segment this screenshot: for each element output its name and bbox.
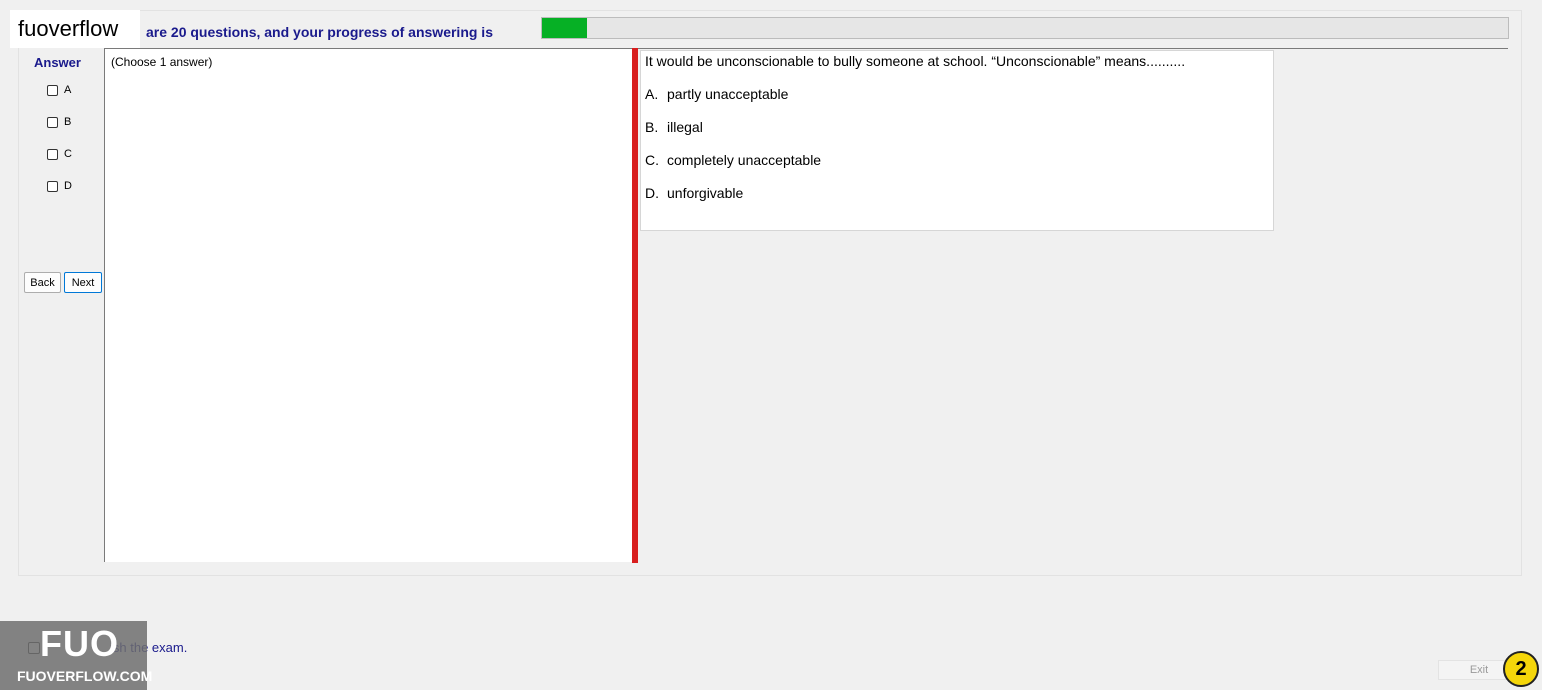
checkbox-a[interactable] [47, 84, 58, 96]
option-text: illegal [667, 119, 703, 135]
answer-option-b[interactable]: B [47, 116, 71, 128]
answer-pane: (Choose 1 answer) [104, 48, 632, 562]
checkbox-b[interactable] [47, 116, 58, 128]
logo-small-text: FUOVERFLOW.COM [17, 668, 153, 684]
question-option-c: C. completely unacceptable [645, 152, 821, 168]
brand-label: fuoverflow [10, 10, 140, 48]
option-text: partly unacceptable [667, 86, 789, 102]
answer-option-label: C [64, 148, 72, 160]
option-text: unforgivable [667, 185, 744, 201]
back-button[interactable]: Back [24, 272, 61, 293]
option-letter: A. [645, 86, 659, 102]
question-option-a: A. partly unacceptable [645, 86, 788, 102]
checkbox-d[interactable] [47, 180, 58, 192]
choose-instruction: (Choose 1 answer) [111, 55, 213, 69]
progress-bar [541, 17, 1509, 39]
next-button[interactable]: Next [64, 272, 102, 293]
answer-title: Answer [34, 55, 81, 70]
question-box: It would be unconscionable to bully some… [640, 50, 1274, 231]
option-letter: D. [645, 185, 659, 201]
logo-big-text: FUO [40, 623, 119, 664]
question-option-d: D. unforgivable [645, 185, 743, 201]
option-letter: B. [645, 119, 659, 135]
fuo-logo: FUO FUOVERFLOW.COM [0, 621, 152, 690]
answer-option-a[interactable]: A [47, 84, 71, 96]
answer-option-c[interactable]: C [47, 148, 72, 160]
answer-option-label: A [64, 84, 72, 96]
answer-option-d[interactable]: D [47, 180, 72, 192]
question-option-b: B. illegal [645, 119, 703, 135]
progress-text: are 20 questions, and your progress of a… [146, 24, 493, 40]
number-badge: 2 [1503, 651, 1539, 687]
answer-option-label: D [64, 180, 72, 192]
question-text: It would be unconscionable to bully some… [645, 53, 1186, 69]
checkbox-c[interactable] [47, 148, 58, 160]
option-letter: C. [645, 152, 659, 168]
answer-option-label: B [64, 116, 72, 128]
option-text: completely unacceptable [667, 152, 822, 168]
progress-fill [542, 18, 588, 38]
